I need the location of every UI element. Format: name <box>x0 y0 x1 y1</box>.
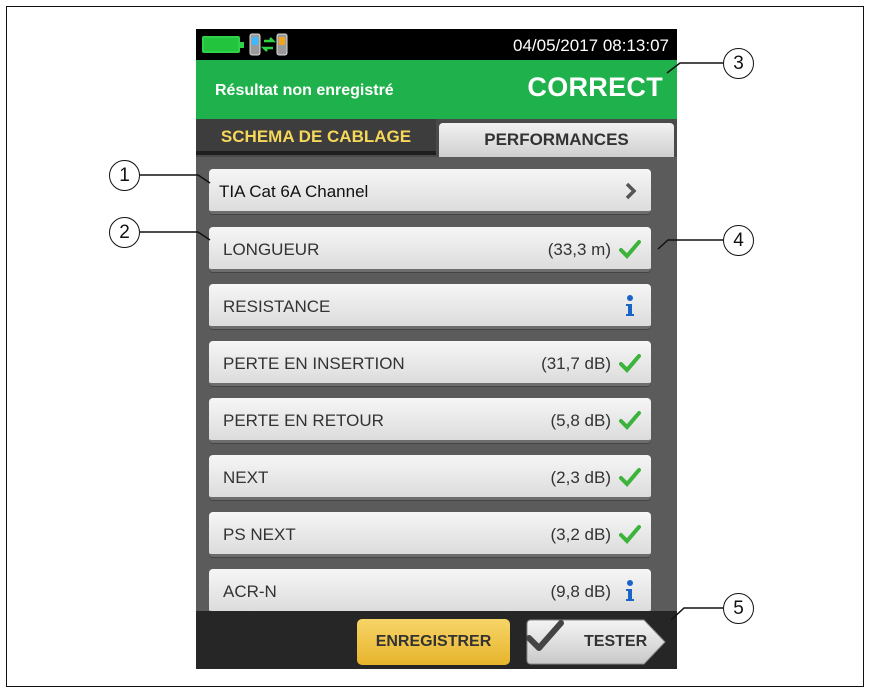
action-bar: ENREGISTRER TESTER <box>196 611 677 669</box>
result-row-length[interactable]: LONGUEUR (33,3 m) <box>209 227 651 272</box>
test-limit-button[interactable]: TIA Cat 6A Channel <box>209 169 651 214</box>
tab-bar: SCHEMA DE CABLAGE PERFORMANCES <box>196 119 677 157</box>
result-value: (31,7 dB) <box>541 354 611 373</box>
callout-2: 2 <box>109 217 140 248</box>
status-bar: 04/05/2017 08:13:07 <box>196 29 677 60</box>
tester-screen: 04/05/2017 08:13:07 Résultat non enregis… <box>196 29 677 669</box>
result-label: LONGUEUR <box>223 240 320 259</box>
save-button[interactable]: ENREGISTRER <box>357 619 510 665</box>
test-button-label: TESTER <box>584 633 648 650</box>
result-value: (33,3 m) <box>547 240 611 259</box>
chevron-right-icon <box>625 182 637 200</box>
tester-link-icon <box>249 33 288 56</box>
callout-1: 1 <box>109 160 140 191</box>
result-row-acr-n[interactable]: ACR-N (9,8 dB) <box>209 569 651 611</box>
result-label: PERTE EN RETOUR <box>223 411 384 430</box>
result-row-ps-next[interactable]: PS NEXT (3,2 dB) <box>209 512 651 557</box>
callout-4: 4 <box>723 225 754 256</box>
check-icon <box>619 354 641 373</box>
check-icon <box>526 620 564 651</box>
result-label: RESISTANCE <box>223 297 331 316</box>
save-status-message: Résultat non enregistré <box>215 82 394 99</box>
callout-5: 5 <box>723 593 754 624</box>
check-icon <box>619 468 641 487</box>
result-row-insertion-loss[interactable]: PERTE EN INSERTION (31,7 dB) <box>209 341 651 386</box>
datetime: 04/05/2017 08:13:07 <box>513 36 669 55</box>
info-icon <box>626 580 634 601</box>
check-icon <box>619 525 641 544</box>
result-label: NEXT <box>223 468 269 487</box>
result-label: ACR-N <box>223 582 277 601</box>
overall-result: CORRECT <box>527 72 663 102</box>
tab-wiremap[interactable]: SCHEMA DE CABLAGE <box>196 119 436 155</box>
result-row-resistance[interactable]: RESISTANCE <box>209 284 651 329</box>
result-row-return-loss[interactable]: PERTE EN RETOUR (5,8 dB) <box>209 398 651 443</box>
result-header: Résultat non enregistré CORRECT <box>196 60 677 119</box>
result-value: (2,3 dB) <box>550 468 611 487</box>
result-value: (5,8 dB) <box>550 411 611 430</box>
results-list[interactable]: TIA Cat 6A Channel LONGUEUR (33,3 m) RES… <box>196 157 677 611</box>
callout-3: 3 <box>723 48 754 79</box>
result-label: PERTE EN INSERTION <box>223 354 405 373</box>
tab-performance[interactable]: PERFORMANCES <box>439 123 674 157</box>
battery-full-icon <box>202 36 244 53</box>
info-icon <box>626 295 634 316</box>
test-limit-label: TIA Cat 6A Channel <box>219 182 369 201</box>
result-value: (9,8 dB) <box>550 582 611 601</box>
result-row-next[interactable]: NEXT (2,3 dB) <box>209 455 651 500</box>
result-value: (3,2 dB) <box>550 525 611 544</box>
result-label: PS NEXT <box>223 525 296 544</box>
check-icon <box>619 411 641 430</box>
test-button[interactable]: TESTER <box>526 619 666 665</box>
check-icon <box>619 240 641 259</box>
